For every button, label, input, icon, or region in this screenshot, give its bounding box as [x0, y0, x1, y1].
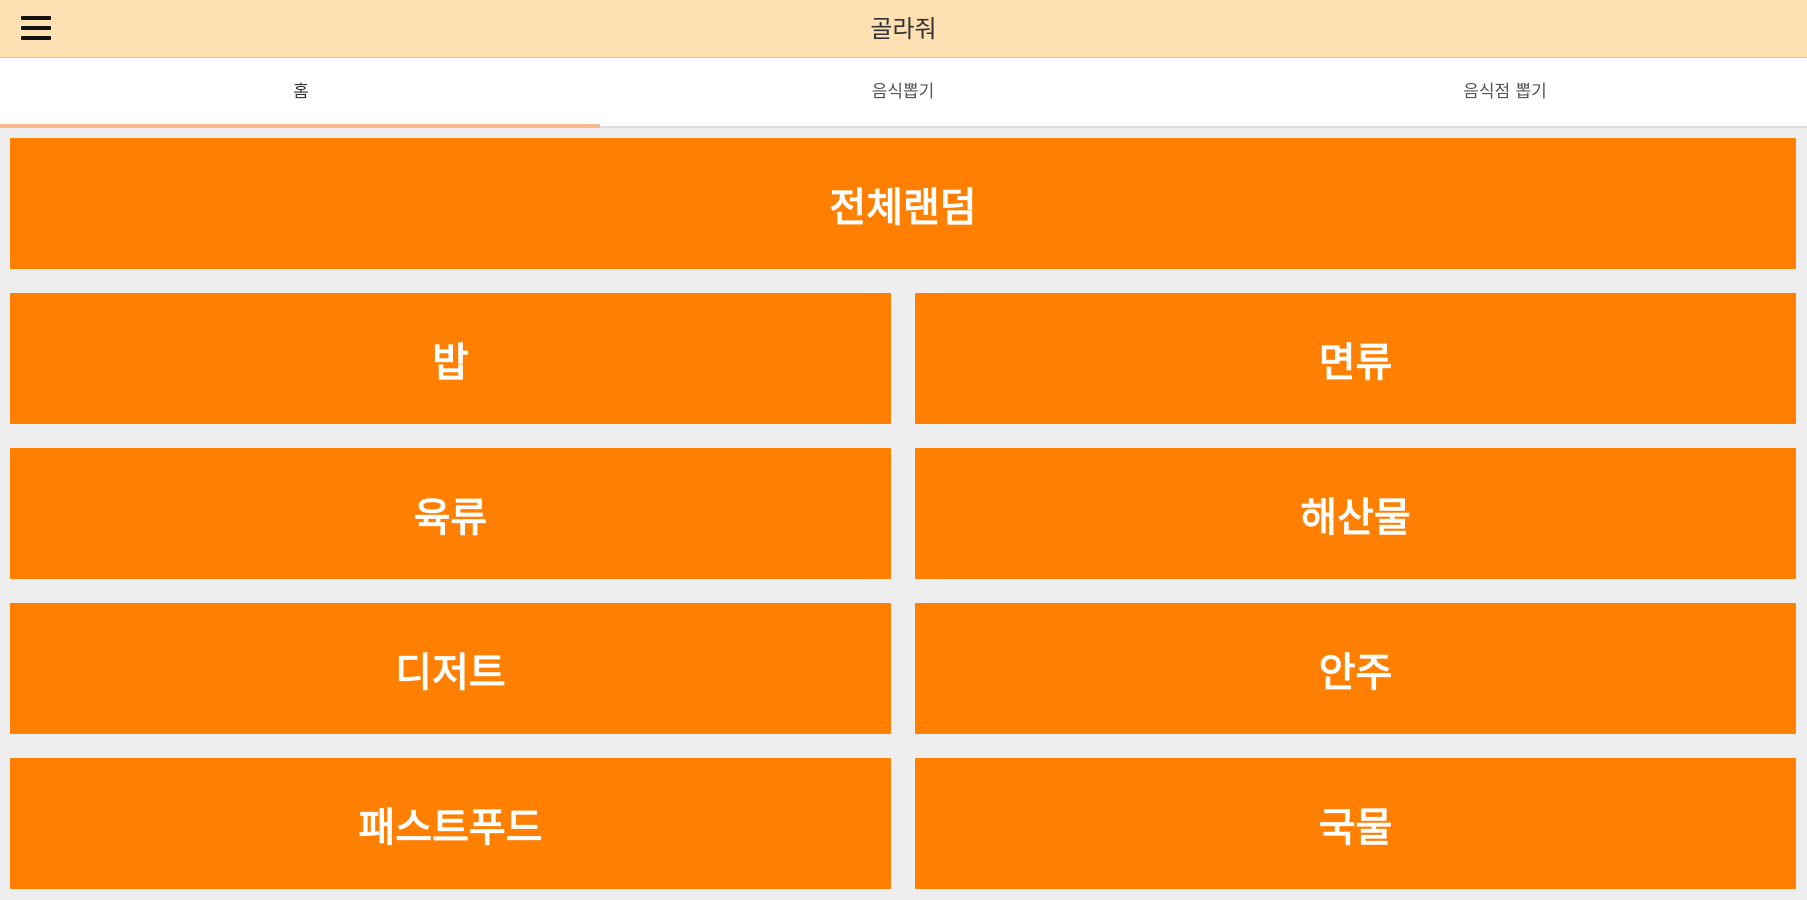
category-dessert-button[interactable]: 디저트 — [10, 603, 891, 734]
category-noodles-button[interactable]: 면류 — [915, 293, 1796, 424]
tab-restaurant-pick[interactable]: 음식점 뽑기 — [1204, 58, 1806, 126]
category-soup-button[interactable]: 국물 — [915, 758, 1796, 889]
app-title: 골라줘 — [870, 15, 937, 43]
category-seafood-button[interactable]: 해산물 — [915, 448, 1796, 579]
category-rice-button[interactable]: 밥 — [10, 293, 891, 424]
tab-home[interactable]: 홈 — [0, 58, 602, 126]
random-all-button[interactable]: 전체랜덤 — [10, 138, 1796, 269]
tab-food-pick[interactable]: 음식뽑기 — [602, 58, 1204, 126]
main-content: 전체랜덤 밥 면류 육류 해산물 디저트 안주 패스트푸드 국물 — [0, 128, 1807, 900]
app-bar: 골라줘 — [0, 0, 1807, 58]
category-snacks-button[interactable]: 안주 — [915, 603, 1796, 734]
category-fastfood-button[interactable]: 패스트푸드 — [10, 758, 891, 889]
tab-bar: 홈 음식뽑기 음식점 뽑기 — [0, 58, 1807, 128]
category-meat-button[interactable]: 육류 — [10, 448, 891, 579]
